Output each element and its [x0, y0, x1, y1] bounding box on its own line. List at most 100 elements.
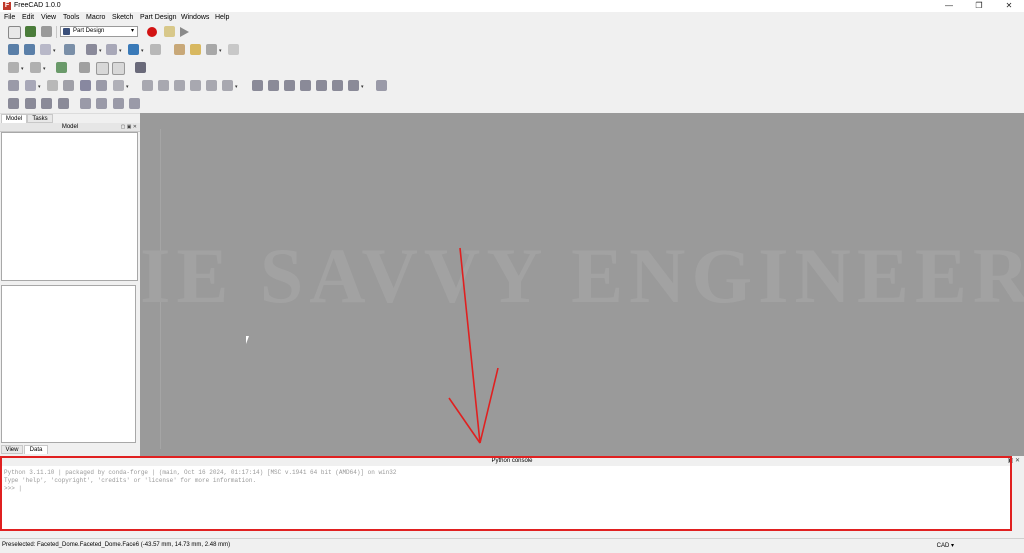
loft-icon[interactable]: [174, 80, 185, 91]
fit-all-icon[interactable]: [8, 44, 19, 55]
draw-style-icon[interactable]: [86, 44, 97, 55]
red-arrow-annotation: [448, 247, 499, 444]
chevron-down-icon[interactable]: ▾: [38, 84, 41, 90]
variable-set-icon[interactable]: [228, 44, 239, 55]
minimize-button[interactable]: —: [934, 0, 964, 12]
refresh-icon[interactable]: [56, 62, 67, 73]
pocket-icon[interactable]: [252, 80, 263, 91]
chevron-down-icon[interactable]: ▾: [99, 48, 102, 54]
chevron-down-icon[interactable]: ▾: [361, 84, 364, 90]
polar-pattern-icon[interactable]: [113, 98, 124, 109]
measure-distance-icon[interactable]: [150, 44, 161, 55]
menu-edit[interactable]: Edit: [22, 14, 34, 21]
draft-icon[interactable]: [41, 98, 52, 109]
mouse-cursor-icon: [246, 336, 249, 344]
linear-pattern-icon[interactable]: [96, 98, 107, 109]
subtractive-helix-icon[interactable]: [332, 80, 343, 91]
close-button[interactable]: ✕: [994, 0, 1024, 12]
console-prompt[interactable]: >>> |: [4, 485, 22, 492]
python-console-header: Python console ▣ ✕: [0, 457, 1024, 466]
paste-icon[interactable]: [112, 62, 125, 75]
chevron-down-icon[interactable]: ▾: [21, 66, 24, 72]
part-design-modeling-toolbar: [0, 95, 1024, 114]
link-actions-icon[interactable]: [206, 44, 217, 55]
part-design-icon: [63, 28, 70, 35]
model-panel-title: Model: [61, 124, 79, 130]
chevron-down-icon[interactable]: ▾: [235, 84, 238, 90]
isometric-view-icon[interactable]: [106, 44, 117, 55]
subtractive-pipe-icon[interactable]: [316, 80, 327, 91]
python-console-title: Python console: [491, 458, 533, 464]
tab-view[interactable]: View: [1, 445, 23, 454]
datum-plane-icon[interactable]: [80, 80, 91, 91]
create-body-icon[interactable]: [8, 80, 19, 91]
pipe-icon[interactable]: [190, 80, 201, 91]
subtractive-loft-icon[interactable]: [300, 80, 311, 91]
subtractive-primitive-icon[interactable]: [348, 80, 359, 91]
new-document-icon[interactable]: [8, 26, 21, 39]
copy-icon[interactable]: [96, 62, 109, 75]
menu-view[interactable]: View: [41, 14, 56, 21]
validate-sketch-icon[interactable]: [47, 80, 58, 91]
property-editor[interactable]: [1, 285, 136, 443]
restore-button[interactable]: ❐: [964, 0, 994, 12]
hole-icon[interactable]: [268, 80, 279, 91]
panel-dock-icons[interactable]: ▢ ▣ ✕: [121, 123, 137, 131]
tab-model[interactable]: Model: [1, 114, 27, 123]
chevron-down-icon[interactable]: ▾: [219, 48, 222, 54]
undo-icon[interactable]: [8, 62, 19, 73]
chevron-down-icon: ▾: [130, 28, 134, 34]
datum-point-icon[interactable]: [113, 80, 124, 91]
3d-viewport[interactable]: IE SAVVY ENGINEER: [140, 113, 1024, 456]
console-dock-icons[interactable]: ▣ ✕: [1008, 457, 1020, 466]
create-sketch-icon[interactable]: [25, 80, 36, 91]
chevron-down-icon[interactable]: ▾: [53, 48, 56, 54]
groove-icon[interactable]: [284, 80, 295, 91]
macro-editor-icon[interactable]: [164, 26, 175, 37]
link-icon[interactable]: [174, 44, 185, 55]
chevron-down-icon[interactable]: ▾: [141, 48, 144, 54]
datum-line-icon[interactable]: [96, 80, 107, 91]
boolean-icon[interactable]: [376, 80, 387, 91]
view-cube-icon[interactable]: [40, 44, 51, 55]
measure-icon[interactable]: [64, 44, 75, 55]
menu-windows[interactable]: Windows: [181, 14, 209, 21]
fillet-icon[interactable]: [8, 98, 19, 109]
tab-data[interactable]: Data: [24, 445, 48, 454]
chevron-down-icon[interactable]: ▾: [126, 84, 129, 90]
folder-icon[interactable]: [190, 44, 201, 55]
mirrored-icon[interactable]: [80, 98, 91, 109]
chamfer-icon[interactable]: [25, 98, 36, 109]
file-toolbar: Part Design ▾: [0, 23, 1024, 42]
redo-icon[interactable]: [30, 62, 41, 73]
revolution-icon[interactable]: [158, 80, 169, 91]
menu-macro[interactable]: Macro: [86, 14, 105, 21]
menu-sketch[interactable]: Sketch: [112, 14, 133, 21]
tab-tasks[interactable]: Tasks: [27, 114, 53, 123]
zoom-icon[interactable]: [128, 44, 139, 55]
multi-transform-icon[interactable]: [129, 98, 140, 109]
additive-primitive-icon[interactable]: [222, 80, 233, 91]
execute-macro-icon[interactable]: [180, 27, 189, 37]
helix-icon[interactable]: [206, 80, 217, 91]
menu-file[interactable]: File: [4, 14, 15, 21]
open-document-icon[interactable]: [25, 26, 36, 37]
save-icon[interactable]: [41, 26, 52, 37]
workbench-selector[interactable]: Part Design ▾: [60, 26, 138, 37]
whats-this-icon[interactable]: [135, 62, 146, 73]
menu-part-design[interactable]: Part Design: [140, 14, 177, 21]
menu-tools[interactable]: Tools: [63, 14, 79, 21]
cut-icon[interactable]: [79, 62, 90, 73]
chevron-down-icon[interactable]: ▾: [43, 66, 46, 72]
fit-selection-icon[interactable]: [24, 44, 35, 55]
datum-icon[interactable]: [63, 80, 74, 91]
pad-icon[interactable]: [142, 80, 153, 91]
chevron-down-icon[interactable]: ▾: [119, 48, 122, 54]
model-tree[interactable]: [1, 132, 138, 281]
menu-help[interactable]: Help: [215, 14, 229, 21]
python-console[interactable]: Python 3.11.10 | packaged by conda-forge…: [2, 466, 1012, 530]
record-macro-icon[interactable]: [147, 27, 157, 37]
thickness-icon[interactable]: [58, 98, 69, 109]
freecad-logo-icon: F: [3, 2, 11, 10]
navigation-style-selector[interactable]: CAD ▾: [937, 542, 954, 549]
